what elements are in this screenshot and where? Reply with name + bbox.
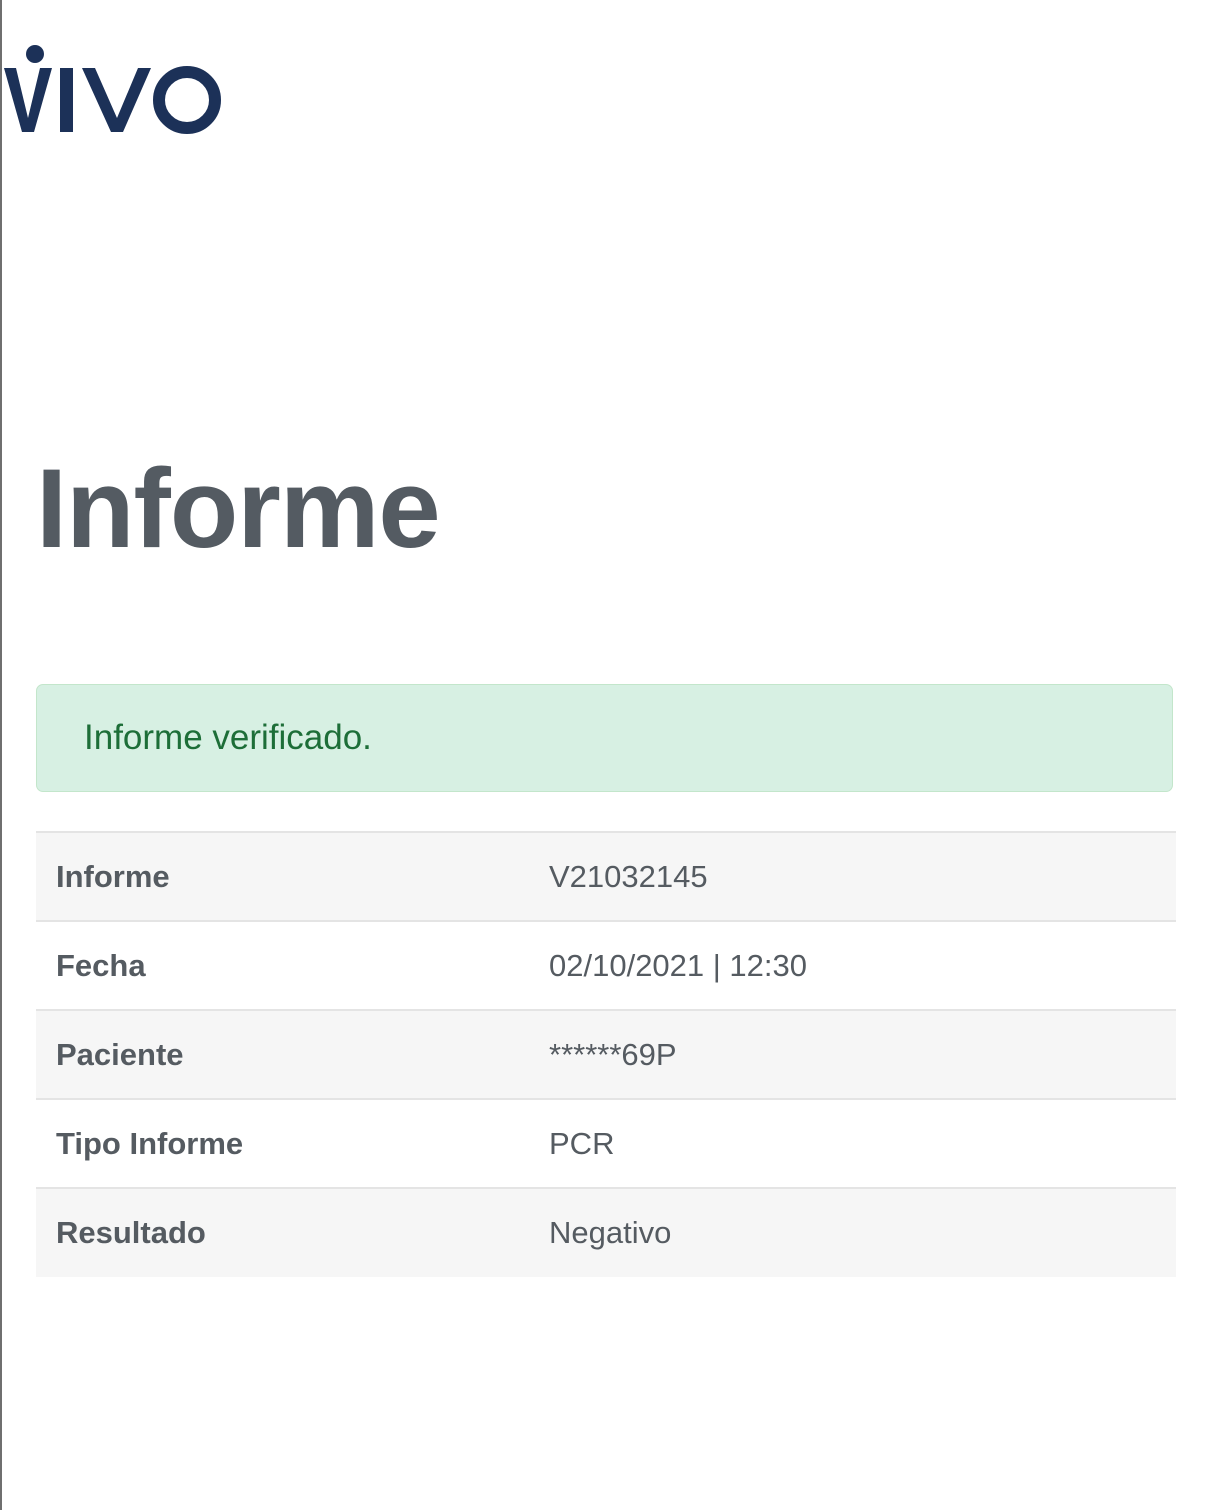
table-row: Paciente ******69P [36,1009,1176,1099]
row-value: PCR [549,1098,1176,1188]
row-label: Fecha [36,920,549,1010]
row-value: V21032145 [549,831,1176,921]
row-value: Negativo [549,1187,1176,1277]
verification-alert: Informe verificado. [36,684,1173,792]
window-left-edge [0,0,2,1510]
row-label: Tipo Informe [36,1098,549,1188]
row-value: 02/10/2021 | 12:30 [549,920,1176,1010]
table-row: Tipo Informe PCR [36,1098,1176,1188]
table-row: Informe V21032145 [36,831,1176,921]
vivo-logo [4,40,224,140]
table-row: Resultado Negativo [36,1187,1176,1277]
page-title: Informe [36,446,441,571]
row-label: Informe [36,831,549,921]
row-label: Paciente [36,1009,549,1099]
report-details-table: Informe V21032145 Fecha 02/10/2021 | 12:… [36,831,1176,1277]
table-row: Fecha 02/10/2021 | 12:30 [36,920,1176,1010]
row-value: ******69P [549,1009,1176,1099]
row-label: Resultado [36,1187,549,1277]
